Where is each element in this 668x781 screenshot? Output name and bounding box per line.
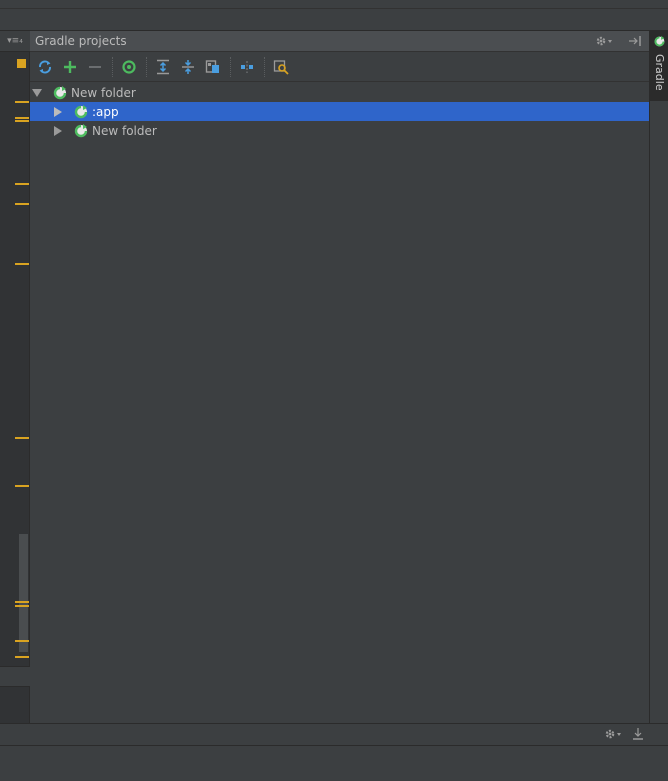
gutter-marker[interactable] xyxy=(15,640,29,642)
collapse-all-icon[interactable] xyxy=(176,56,200,78)
gutter-marker[interactable] xyxy=(15,605,29,607)
expand-arrow-right-icon[interactable] xyxy=(53,125,63,136)
tree-label: :app xyxy=(92,104,119,119)
expand-arrow-right-icon[interactable] xyxy=(53,106,63,117)
tree-label: New folder xyxy=(71,85,136,100)
gutter-marker[interactable] xyxy=(15,183,29,185)
gradle-module-icon xyxy=(73,123,89,139)
gradle-project-tree: New folder :app New folder xyxy=(30,83,649,140)
gradle-toolbar xyxy=(30,53,649,82)
tree-row-app[interactable]: :app xyxy=(30,102,649,121)
gradle-tool-tab[interactable]: Gradle xyxy=(650,31,668,101)
gutter-marker[interactable] xyxy=(15,101,29,103)
editor-scrollbar-thumb[interactable] xyxy=(19,534,28,652)
gradle-projects-panel: Gradle projects New folder:app New fold… xyxy=(30,31,649,723)
toggle-offline-icon[interactable] xyxy=(235,56,259,78)
tree-label: New folder xyxy=(92,123,157,138)
attach-project-icon[interactable] xyxy=(201,56,225,78)
gradle-module-icon xyxy=(73,104,89,120)
settings-icon[interactable] xyxy=(269,56,293,78)
gutter-marker[interactable] xyxy=(15,263,29,265)
gradle-tab-label: Gradle xyxy=(653,54,666,91)
editor-gutter: ▾≡₄ xyxy=(0,31,30,723)
editor-tab-strip xyxy=(0,0,668,31)
hide-icon[interactable] xyxy=(625,33,645,49)
panel-header: Gradle projects xyxy=(30,31,649,52)
right-tool-stripe: Gradle xyxy=(649,31,668,723)
hide-down-icon[interactable] xyxy=(632,727,644,744)
tree-row-new-folder[interactable]: New folder xyxy=(30,121,649,140)
warning-marker[interactable] xyxy=(17,59,26,68)
execute-task-icon[interactable] xyxy=(117,56,141,78)
ide-window: ▾≡₄ Gradle projects New folder:app New … xyxy=(0,0,668,781)
gutter-marker[interactable] xyxy=(15,601,29,603)
gradle-icon xyxy=(653,35,666,51)
gutter-marker[interactable] xyxy=(15,120,29,122)
gear-icon[interactable] xyxy=(595,33,615,49)
remove-icon[interactable] xyxy=(83,56,107,78)
gutter-marker[interactable] xyxy=(15,656,29,658)
gutter-marker[interactable] xyxy=(15,437,29,439)
gradle-project-icon xyxy=(52,85,68,101)
gutter-marker[interactable] xyxy=(15,203,29,205)
editor-tab-menu[interactable]: ▾≡₄ xyxy=(0,31,30,52)
gutter-marker[interactable] xyxy=(15,485,29,487)
status-bar xyxy=(0,745,668,781)
refresh-all-icon[interactable] xyxy=(33,56,57,78)
gear-icon[interactable] xyxy=(604,727,624,744)
gutter-marker[interactable] xyxy=(15,117,29,119)
add-icon[interactable] xyxy=(58,56,82,78)
expand-arrow-down-icon[interactable] xyxy=(32,88,42,98)
bottom-tool-bar xyxy=(0,723,668,745)
editor-gutter-footer xyxy=(0,666,30,687)
tree-row-root[interactable]: New folder xyxy=(30,83,649,102)
panel-title: Gradle projects xyxy=(35,34,127,48)
expand-all-icon[interactable] xyxy=(151,56,175,78)
